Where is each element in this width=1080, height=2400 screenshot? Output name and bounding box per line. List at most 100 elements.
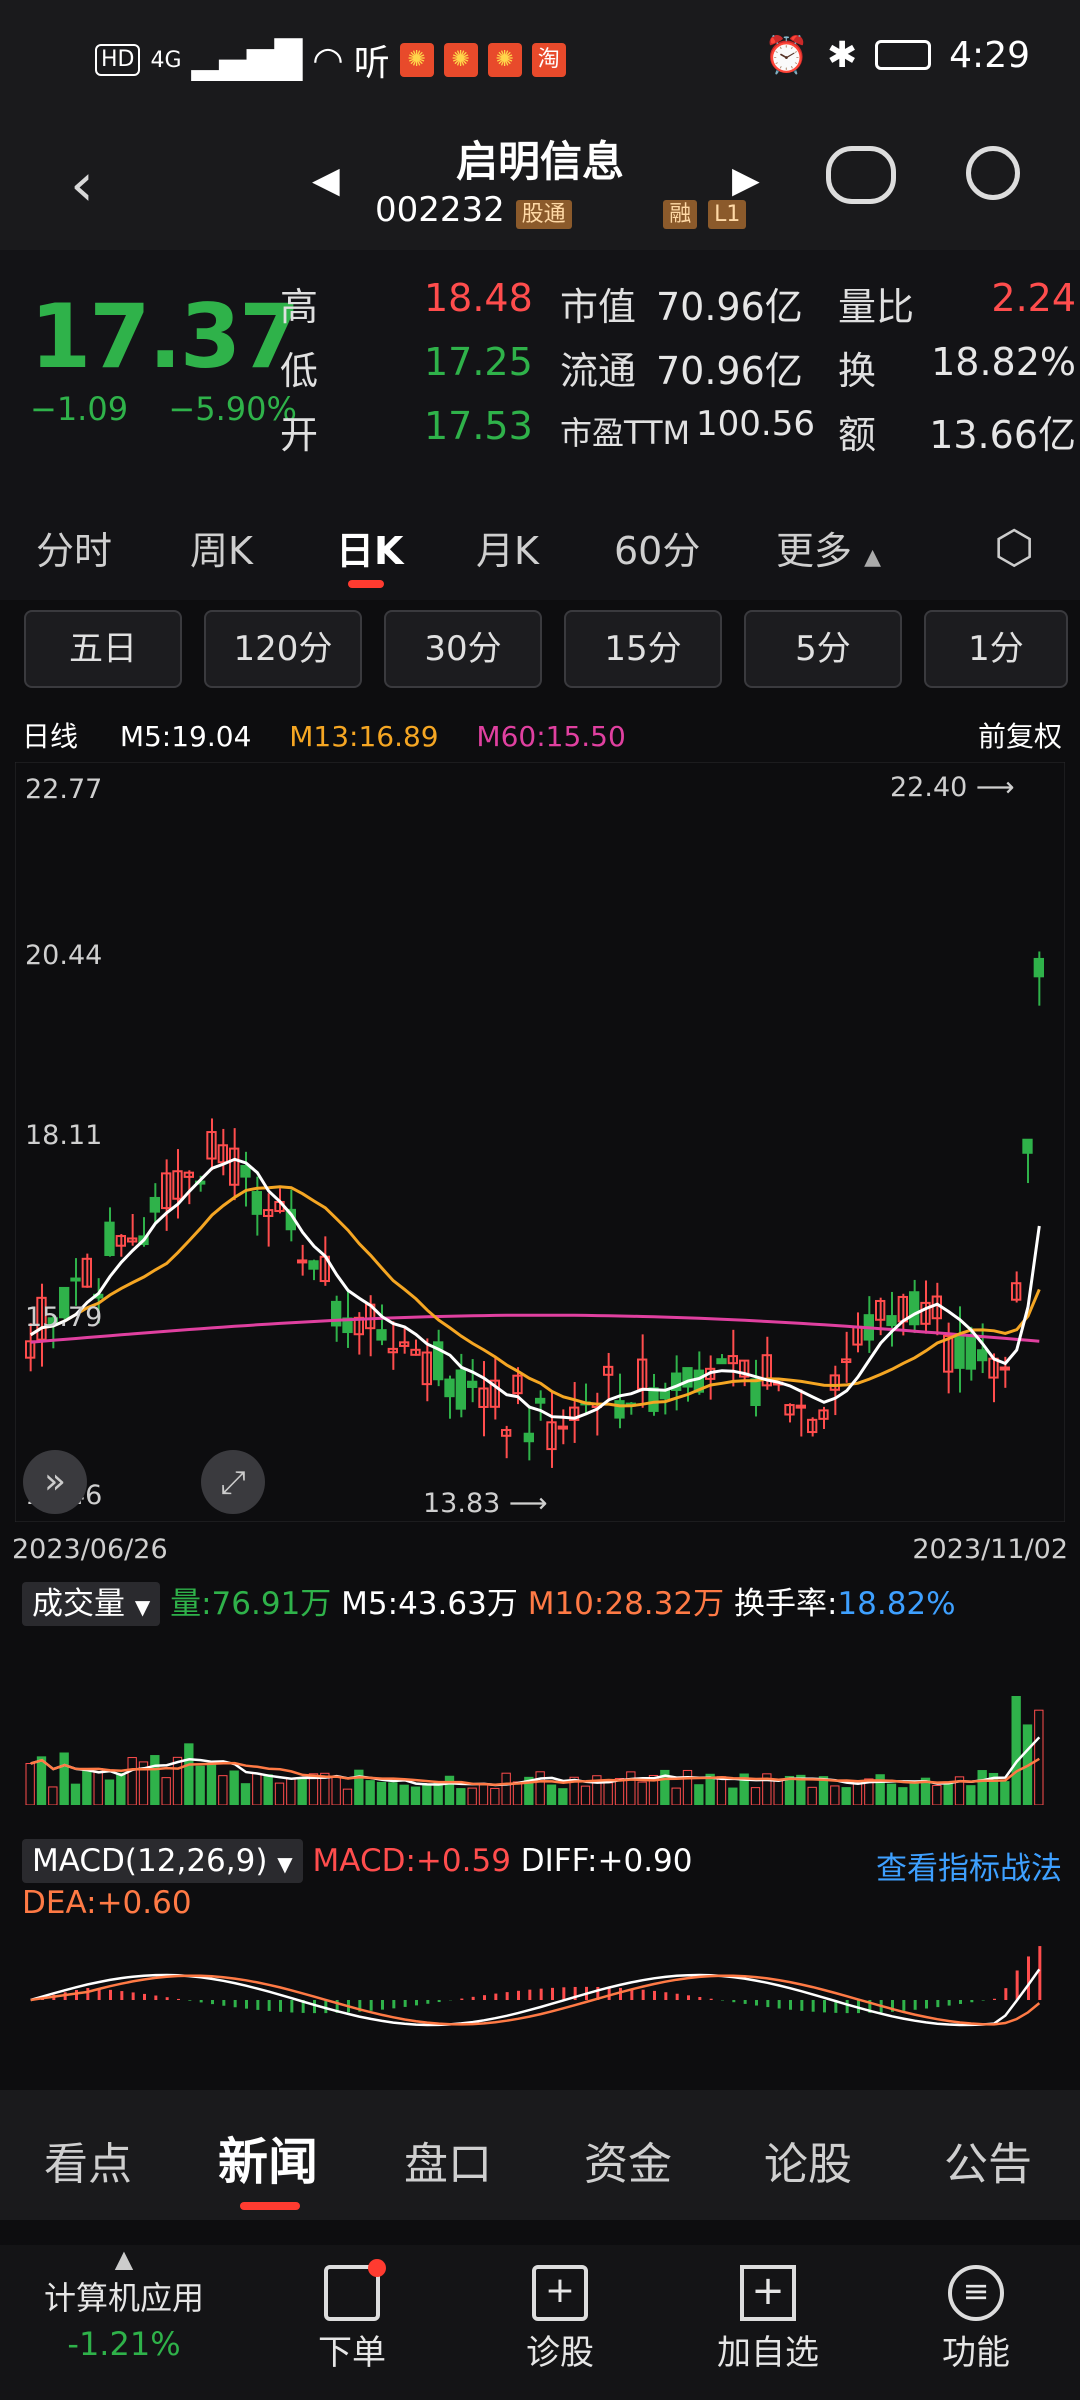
sector-name: 计算机应用 [43, 2279, 204, 2317]
volume-bar [637, 1781, 647, 1806]
tab-news[interactable]: 新闻 [218, 2122, 318, 2194]
volume-bar [70, 1783, 81, 1806]
macd-bar [789, 2000, 792, 2010]
tag-gutong: 股通 [515, 200, 572, 229]
tab-daily-k[interactable]: 日K [336, 520, 403, 575]
tab-monthly-k[interactable]: 月K [476, 520, 539, 575]
volume-bar [297, 1778, 307, 1806]
tab-highlights[interactable]: 看点 [44, 2128, 132, 2192]
tag-rong: 融 [663, 200, 698, 229]
dea-value: DEA:+0.60 [22, 1885, 192, 1921]
volume-bar [1034, 1709, 1044, 1806]
candle-body [750, 1378, 761, 1407]
volume-bar [240, 1783, 251, 1806]
tab-orderbook[interactable]: 盘口 [404, 2128, 492, 2192]
search-icon[interactable] [966, 146, 1020, 200]
macd-bar [913, 2000, 917, 2010]
volume-chart[interactable] [15, 1625, 1065, 1806]
period-5min[interactable]: 5分 [744, 610, 902, 688]
macd-bar [188, 2000, 192, 2001]
tag-l1: L1 [708, 200, 747, 229]
macd-bar [437, 2000, 441, 2003]
macd-bar [925, 2000, 928, 2009]
volume-bar [614, 1777, 625, 1806]
high-marker-value: 22.40 [890, 772, 968, 803]
volume-selector[interactable]: 成交量 ▼ [22, 1582, 161, 1626]
active-tab-indicator [348, 580, 384, 588]
macd-bar [256, 2000, 260, 2010]
wifi-icon: ◠ [312, 39, 344, 81]
sector-info[interactable]: ▲ 计算机应用 -1.21% [14, 2245, 234, 2363]
macd-bar [177, 1998, 180, 2000]
functions-button[interactable]: ≡ 功能 [886, 2255, 1066, 2374]
tab-discussion[interactable]: 论股 [764, 2128, 852, 2192]
arrow-right-icon: ⟶ [508, 1488, 548, 1519]
candle-body [965, 1335, 977, 1370]
macd-bar [313, 2000, 316, 2014]
mktcap-label: 市值 [560, 285, 637, 329]
hd-indicator: HD [95, 44, 141, 76]
float-label: 流通 [560, 349, 637, 393]
caret-down-icon: ▼ [277, 1852, 293, 1876]
macd-bar [528, 1989, 532, 2000]
robot-assistant-icon[interactable] [826, 146, 896, 204]
turnover-rate-label: 换手率: [733, 1586, 838, 1622]
func-label: 功能 [942, 2333, 1010, 2373]
period-1min[interactable]: 1分 [924, 610, 1068, 688]
macd-bar [75, 1990, 78, 2000]
volume-bar [682, 1769, 693, 1806]
tab-timeshare[interactable]: 分时 [36, 520, 112, 575]
candle-body [523, 1432, 534, 1443]
period-30min[interactable]: 30分 [384, 610, 542, 688]
y-label: 18.11 [25, 1120, 103, 1151]
period-15min[interactable]: 15分 [564, 610, 722, 688]
app-notification-icon: ✺ [487, 43, 522, 77]
macd-bar [653, 1990, 656, 2000]
tab-weekly-k[interactable]: 周K [190, 520, 253, 575]
diagnose-button[interactable]: + 诊股 [470, 2255, 650, 2374]
tab-announcements[interactable]: 公告 [944, 2128, 1032, 2192]
tab-funds[interactable]: 资金 [584, 2128, 672, 2192]
candle-body [104, 1221, 115, 1257]
adjust-toggle[interactable]: 前复权 [978, 715, 1062, 755]
tab-more[interactable]: 更多 ▲ [776, 520, 881, 575]
volume-bar [750, 1787, 761, 1806]
next-stock-icon[interactable]: ▶ [732, 160, 760, 201]
macd-chart[interactable] [15, 1930, 1065, 2070]
open-label: 开 [280, 413, 319, 457]
low-marker-value: 13.83 [423, 1488, 501, 1519]
amount-value: 13.66亿 [929, 413, 1076, 457]
volume-value: 量:76.91万 [170, 1586, 332, 1622]
kline-chart[interactable]: 22.77 20.44 18.11 15.79 13.46 22.40 ⟶ 13… [14, 761, 1066, 1523]
volume-bar [478, 1782, 489, 1806]
macd-selector[interactable]: MACD(12,26,9) ▼ [22, 1839, 303, 1883]
volume-bar [206, 1763, 217, 1806]
order-button[interactable]: 下单 [262, 2255, 442, 2374]
high-value: 18.48 [424, 276, 533, 320]
macd-bar [981, 2000, 985, 2001]
settings-hexagon-icon[interactable]: ⬡ [994, 520, 1034, 574]
macd-bar [993, 1998, 996, 2000]
info-tabs: 看点 新闻 盘口 资金 论股 公告 [0, 2090, 1080, 2220]
volume-m10: M10:28.32万 [527, 1586, 725, 1622]
arrow-right-icon: ⟶ [975, 772, 1015, 803]
period-120min[interactable]: 120分 [204, 610, 362, 688]
fullscreen-icon[interactable]: ⤢ [201, 1450, 265, 1514]
macd-bar [959, 2000, 962, 2004]
add-watchlist-button[interactable]: + 加自选 [678, 2255, 858, 2374]
listen-app-icon: 听 [353, 43, 390, 84]
volume-bar [433, 1782, 443, 1806]
candle-body [1022, 1138, 1033, 1154]
macd-bar [698, 1996, 702, 2000]
tab-60min[interactable]: 60分 [614, 520, 700, 575]
volume-m5: M5:43.63万 [341, 1586, 518, 1622]
volume-bar [456, 1788, 466, 1806]
macd-strategy-link[interactable]: 查看指标战法 [876, 1843, 1062, 1888]
volume-bar [467, 1787, 477, 1806]
volume-bar [263, 1774, 273, 1806]
ma5-value: M5:19.04 [119, 720, 252, 753]
expand-arrows-icon[interactable]: » [23, 1450, 87, 1514]
period-5day[interactable]: 五日 [24, 610, 182, 688]
macd-bar [800, 2000, 804, 2011]
macd-bar [1027, 1956, 1030, 2000]
